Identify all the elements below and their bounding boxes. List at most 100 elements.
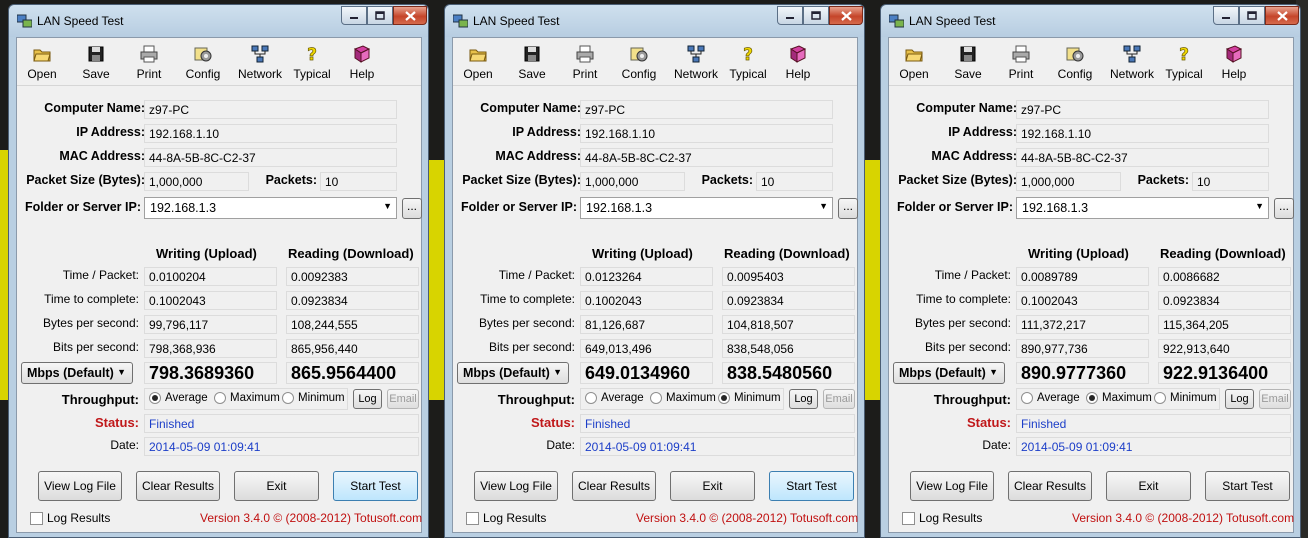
toolbar-config[interactable]: Config (183, 45, 223, 81)
radio-minimum[interactable]: Minimum (1154, 392, 1217, 404)
log-button[interactable]: Log (353, 389, 382, 409)
toolbar-print-label: Print (1008, 67, 1034, 81)
email-button[interactable]: Email (1259, 389, 1291, 409)
packet-size-field[interactable]: 1,000,000 (144, 172, 249, 191)
browse-button[interactable]: ... (402, 198, 422, 219)
log-results-checkbox[interactable]: Log Results (466, 511, 546, 525)
exit-button[interactable]: Exit (1106, 471, 1191, 501)
toolbar-print[interactable]: Print (568, 45, 602, 81)
toolbar-help[interactable]: Help (1217, 45, 1251, 81)
toolbar-save-label: Save (954, 67, 982, 81)
toolbar-typical[interactable]: ? Typical (727, 45, 769, 81)
radio-average[interactable]: Average (1021, 392, 1080, 404)
toolbar-save[interactable]: Save (515, 45, 549, 81)
start-test-button[interactable]: Start Test (1205, 471, 1290, 501)
start-test-button[interactable]: Start Test (333, 471, 418, 501)
toolbar-print[interactable]: Print (132, 45, 166, 81)
minimize-button[interactable] (1213, 6, 1239, 25)
radio-maximum-dot (214, 392, 226, 404)
packets-field[interactable]: 10 (320, 172, 397, 191)
minimize-button[interactable] (777, 6, 803, 25)
toolbar-save[interactable]: Save (79, 45, 113, 81)
toolbar-network[interactable]: Network (671, 45, 721, 81)
log-button[interactable]: Log (789, 389, 818, 409)
write-bits-per-second: 890,977,736 (1016, 339, 1149, 358)
close-button[interactable] (393, 6, 427, 25)
toolbar-typical[interactable]: ? Typical (1163, 45, 1205, 81)
read-time-per-packet: 0.0086682 (1158, 267, 1291, 286)
radio-average[interactable]: Average (149, 392, 208, 404)
clear-results-button[interactable]: Clear Results (1008, 471, 1092, 501)
radio-maximum[interactable]: Maximum (214, 392, 280, 404)
packets-field[interactable]: 10 (1192, 172, 1269, 191)
title-bar[interactable]: LAN Speed Test (9, 5, 428, 37)
toolbar-help[interactable]: Help (781, 45, 815, 81)
toolbar-network[interactable]: Network (1107, 45, 1157, 81)
clear-results-button[interactable]: Clear Results (572, 471, 656, 501)
toolbar-save[interactable]: Save (951, 45, 985, 81)
write-time-to-complete: 0.1002043 (580, 291, 713, 310)
toolbar-open[interactable]: Open (897, 45, 931, 81)
bytes-per-second-label: Bytes per second: (914, 316, 1011, 330)
radio-maximum-label: Maximum (666, 392, 716, 404)
view-log-file-button[interactable]: View Log File (910, 471, 994, 501)
radio-maximum[interactable]: Maximum (650, 392, 716, 404)
packets-field[interactable]: 10 (756, 172, 833, 191)
radio-average[interactable]: Average (585, 392, 644, 404)
browse-button[interactable]: ... (838, 198, 858, 219)
toolbar-open[interactable]: Open (25, 45, 59, 81)
close-button[interactable] (829, 6, 863, 25)
toolbar-open[interactable]: Open (461, 45, 495, 81)
log-results-checkbox[interactable]: Log Results (902, 511, 982, 525)
radio-average-label: Average (1037, 392, 1080, 404)
toolbar-help[interactable]: Help (345, 45, 379, 81)
toolbar-print[interactable]: Print (1004, 45, 1038, 81)
mac-address-field: 44-8A-5B-8C-C2-37 (580, 148, 833, 167)
maximize-icon (375, 11, 385, 20)
exit-button[interactable]: Exit (234, 471, 319, 501)
log-results-checkbox[interactable]: Log Results (30, 511, 110, 525)
read-mbps-result: 838.5480560 (722, 362, 855, 384)
server-ip-combo[interactable]: 192.168.1.3 ▼ (144, 197, 397, 219)
toolbar-config[interactable]: Config (1055, 45, 1095, 81)
minimize-button[interactable] (341, 6, 367, 25)
title-bar[interactable]: LAN Speed Test (445, 5, 864, 37)
toolbar-config-label: Config (185, 67, 221, 81)
unit-selector[interactable]: Mbps (Default) ▼ (457, 362, 569, 384)
toolbar-network[interactable]: Network (235, 45, 285, 81)
radio-maximum[interactable]: Maximum (1086, 392, 1152, 404)
email-button[interactable]: Email (823, 389, 855, 409)
ip-address-label: IP Address: (76, 125, 145, 139)
time-to-complete-label: Time to complete: (44, 292, 139, 306)
server-ip-combo[interactable]: 192.168.1.3 ▼ (1016, 197, 1269, 219)
clear-results-button[interactable]: Clear Results (136, 471, 220, 501)
view-log-file-button[interactable]: View Log File (38, 471, 122, 501)
browse-button[interactable]: ... (1274, 198, 1294, 219)
read-bits-per-second: 922,913,640 (1158, 339, 1291, 358)
write-time-per-packet: 0.0123264 (580, 267, 713, 286)
start-test-button[interactable]: Start Test (769, 471, 854, 501)
close-button[interactable] (1265, 6, 1299, 25)
toolbar-network-label: Network (1109, 67, 1154, 81)
log-results-label: Log Results (919, 511, 983, 525)
computer-name-label: Computer Name: (480, 101, 581, 115)
view-log-file-button[interactable]: View Log File (474, 471, 558, 501)
window-title: LAN Speed Test (909, 14, 996, 28)
maximize-button[interactable] (367, 6, 393, 25)
radio-minimum[interactable]: Minimum (282, 392, 345, 404)
packet-size-field[interactable]: 1,000,000 (1016, 172, 1121, 191)
log-button[interactable]: Log (1225, 389, 1254, 409)
radio-minimum[interactable]: Minimum (718, 392, 781, 404)
unit-selector[interactable]: Mbps (Default) ▼ (893, 362, 1005, 384)
toolbar-typical[interactable]: ? Typical (291, 45, 333, 81)
unit-selector[interactable]: Mbps (Default) ▼ (21, 362, 133, 384)
server-ip-combo[interactable]: 192.168.1.3 ▼ (580, 197, 833, 219)
packet-size-field[interactable]: 1,000,000 (580, 172, 685, 191)
toolbar-config[interactable]: Config (619, 45, 659, 81)
email-button[interactable]: Email (387, 389, 419, 409)
maximize-button[interactable] (1239, 6, 1265, 25)
maximize-button[interactable] (803, 6, 829, 25)
exit-button[interactable]: Exit (670, 471, 755, 501)
title-bar[interactable]: LAN Speed Test (881, 5, 1300, 37)
server-ip-value: 192.168.1.3 (150, 201, 217, 215)
